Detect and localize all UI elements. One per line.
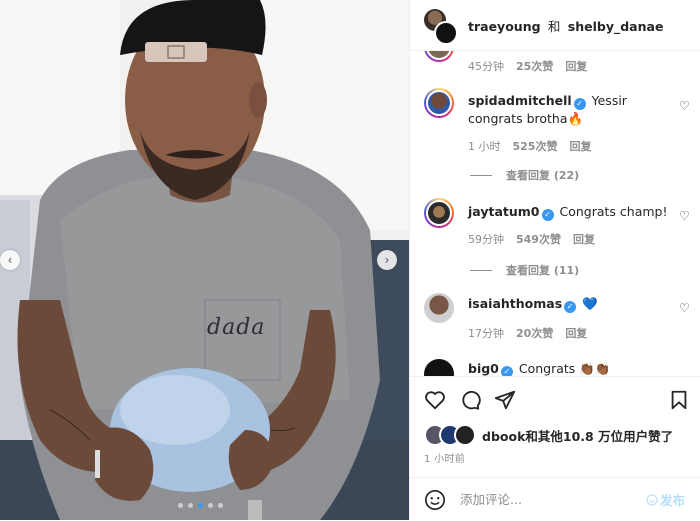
post-side-panel: traeyoung 和 shelby_danae 45分钟 25次赞 回复 sp… — [409, 0, 700, 520]
post-header: traeyoung 和 shelby_danae — [410, 0, 700, 51]
comment-likes[interactable]: 25次赞 — [516, 58, 553, 74]
likes-summary-text: dbook和其他10.8 万位用户赞了 — [482, 428, 674, 444]
divider — [470, 269, 492, 271]
smile-sticker-icon — [646, 494, 658, 505]
comment-time: 45分钟 — [468, 60, 504, 73]
verified-badge-icon: ✓ — [500, 366, 513, 376]
like-comment-heart-icon[interactable]: ♡ — [679, 100, 691, 112]
post-authors: traeyoung 和 shelby_danae — [468, 16, 663, 35]
carousel-dot — [178, 503, 183, 508]
comment-time: 1 小时 — [468, 140, 501, 153]
comment-meta: 17分钟 20次赞 回复 — [468, 325, 587, 341]
comment-time: 59分钟 — [468, 233, 504, 246]
view-replies-button[interactable]: 查看回复 (22) — [470, 167, 579, 183]
add-comment-bar: 发布 — [410, 477, 700, 521]
likes-summary[interactable]: dbook和其他10.8 万位用户赞了 — [424, 424, 673, 446]
post-photo[interactable]: dada ‹ › — [0, 0, 409, 520]
chevron-right-icon: › — [384, 253, 390, 267]
comment-meta: 1 小时 525次赞 回复 — [468, 138, 591, 154]
post-action-bar — [410, 376, 700, 421]
comment-likes[interactable]: 20次赞 — [516, 325, 553, 341]
avatar[interactable] — [424, 198, 454, 228]
comment-likes[interactable]: 549次赞 — [516, 231, 561, 247]
author-separator: 和 — [547, 18, 561, 34]
carousel-prev-button[interactable]: ‹ — [0, 250, 20, 270]
comment-content: Congrats champ! — [559, 204, 668, 219]
view-replies-button[interactable]: 查看回复 (11) — [470, 262, 579, 278]
share-send-icon[interactable] — [494, 389, 516, 411]
comment-content: 💙 — [582, 296, 598, 311]
chevron-left-icon: ‹ — [7, 253, 13, 267]
comment-username[interactable]: isaiahthomas — [468, 296, 562, 311]
like-comment-heart-icon[interactable]: ♡ — [679, 302, 691, 314]
comment-text: spidadmitchell ✓ Yessir congrats brotha🔥 — [468, 92, 673, 127]
comment-username[interactable]: big0 — [468, 361, 499, 376]
view-replies-label: 查看回复 (11) — [506, 264, 580, 277]
avatar[interactable] — [424, 359, 454, 376]
comment-text: big0 ✓ Congrats 👏🏾👏🏾 — [468, 360, 673, 376]
comment-likes[interactable]: 525次赞 — [513, 138, 558, 154]
reply-button[interactable]: 回复 — [565, 58, 587, 74]
add-comment-input[interactable] — [458, 491, 637, 508]
comment-text: jaytatum0 ✓ Congrats champ! — [468, 203, 673, 221]
avatar[interactable] — [434, 21, 458, 45]
comment-text: isaiahthomas ✓ 💙 — [468, 295, 673, 313]
reply-button[interactable]: 回复 — [565, 325, 587, 341]
carousel-next-button[interactable]: › — [377, 250, 397, 270]
divider — [470, 174, 492, 176]
verified-badge-icon: ✓ — [541, 209, 554, 221]
view-replies-label: 查看回复 (22) — [506, 169, 580, 182]
verified-badge-icon: ✓ — [564, 301, 577, 313]
post-timestamp: 1 小时前 — [424, 454, 466, 465]
avatar[interactable] — [424, 88, 454, 118]
shirt-text: dada — [207, 315, 266, 340]
instagram-post-modal: dada ‹ › traeyoung 和 shelby_danae 45分钟 2… — [0, 0, 700, 520]
verified-badge-icon: ✓ — [573, 98, 586, 110]
post-comment-label: 发布 — [660, 493, 686, 508]
comment-username[interactable]: spidadmitchell — [468, 93, 572, 108]
carousel-dot — [208, 503, 213, 508]
photo-illustration — [0, 0, 409, 520]
bookmark-save-icon[interactable] — [668, 389, 690, 411]
carousel-dot-active — [198, 503, 203, 508]
reply-button[interactable]: 回复 — [573, 231, 595, 247]
like-comment-heart-icon[interactable]: ♡ — [679, 210, 691, 222]
carousel-dot — [188, 503, 193, 508]
comment-time: 17分钟 — [468, 327, 504, 340]
like-heart-icon[interactable] — [424, 389, 446, 411]
comment-content: Congrats 👏🏾👏🏾 — [518, 361, 611, 376]
comment-meta: 45分钟 25次赞 回复 — [468, 58, 587, 74]
author-username[interactable]: shelby_danae — [568, 19, 664, 34]
comment-meta: 59分钟 549次赞 回复 — [468, 231, 595, 247]
carousel-dot — [218, 503, 223, 508]
post-comment-button[interactable]: 发布 — [646, 490, 685, 509]
avatar — [454, 424, 476, 446]
comments-list[interactable]: 45分钟 25次赞 回复 spidadmitchell ✓ Yessir cong… — [410, 50, 700, 376]
comment-username[interactable]: jaytatum0 — [468, 204, 540, 219]
author-username[interactable]: traeyoung — [468, 19, 541, 34]
comment-bubble-icon[interactable] — [459, 389, 481, 411]
avatar[interactable] — [424, 50, 454, 62]
carousel-indicator — [178, 503, 223, 508]
avatar[interactable] — [424, 293, 454, 323]
emoji-icon[interactable] — [424, 489, 446, 511]
author-avatars[interactable] — [424, 9, 458, 45]
reply-button[interactable]: 回复 — [569, 138, 591, 154]
